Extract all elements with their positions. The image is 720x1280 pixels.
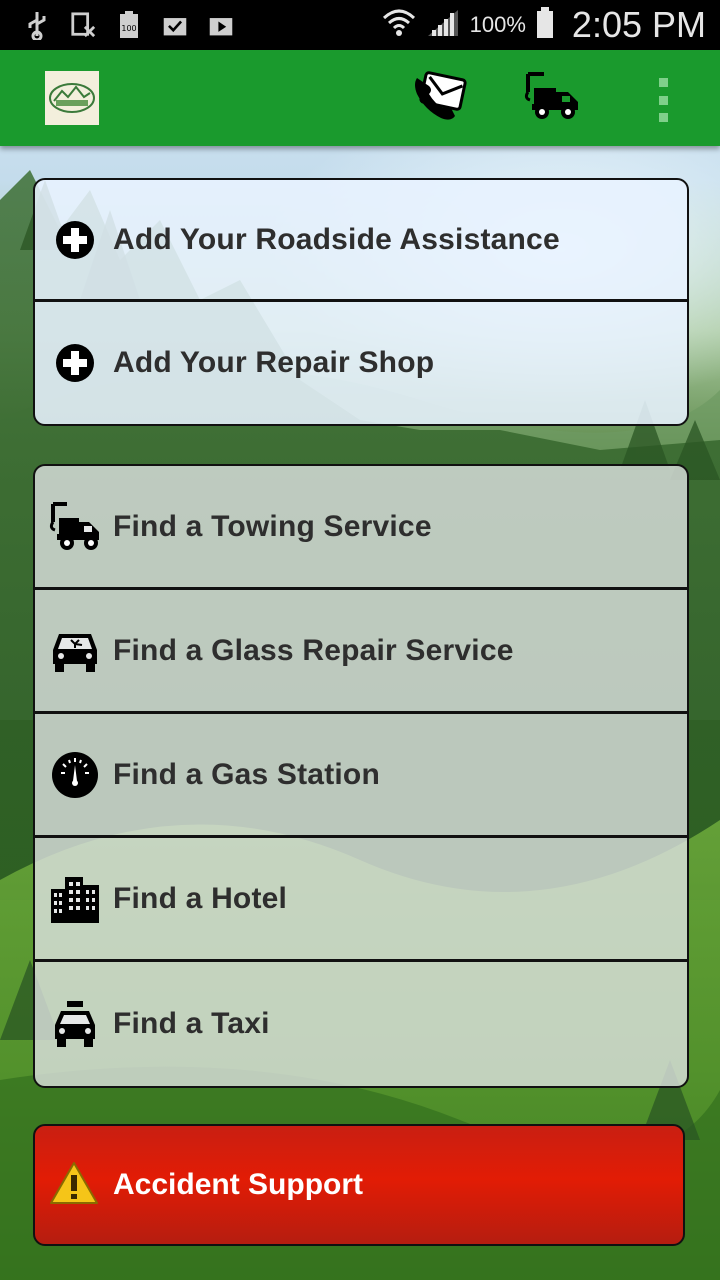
menu-dot	[658, 95, 668, 105]
buildings-icon	[47, 871, 103, 927]
app-bar	[0, 50, 720, 146]
wifi-icon	[382, 8, 416, 43]
usb-icon	[24, 12, 50, 40]
accident-support-label: Accident Support	[113, 1168, 364, 1201]
signal-icon	[426, 8, 460, 43]
find-services-card: Find a Towing Service Find a Glass Repai…	[33, 464, 689, 1088]
taxi-icon	[47, 996, 103, 1052]
phone-call-icon	[411, 70, 469, 127]
add-circle-icon	[47, 335, 103, 391]
find-hotel-button[interactable]: Find a Hotel	[35, 838, 687, 962]
clipboard-check-icon	[162, 12, 188, 38]
app-logo[interactable]	[45, 71, 99, 125]
find-towing-service-label: Find a Towing Service	[113, 509, 432, 543]
fuel-gauge-icon	[47, 747, 103, 803]
find-gas-station-label: Find a Gas Station	[113, 757, 380, 791]
warning-icon	[49, 1160, 99, 1210]
svg-text:100: 100	[121, 24, 136, 33]
add-circle-icon	[47, 212, 103, 268]
broken-glass-car-icon	[47, 623, 103, 679]
accident-support-button[interactable]: Accident Support	[33, 1124, 685, 1246]
tow-truck-icon	[522, 70, 582, 127]
find-glass-repair-button[interactable]: Find a Glass Repair Service	[35, 590, 687, 714]
no-sim-icon	[70, 12, 96, 38]
system-status: 100% 2:05 PM	[382, 4, 720, 46]
find-glass-repair-label: Find a Glass Repair Service	[113, 633, 514, 667]
find-taxi-button[interactable]: Find a Taxi	[35, 962, 687, 1086]
tow-truck-icon	[47, 499, 103, 555]
add-roadside-assistance-label: Add Your Roadside Assistance	[113, 222, 560, 256]
find-taxi-label: Find a Taxi	[113, 1007, 270, 1040]
find-gas-station-button[interactable]: Find a Gas Station	[35, 714, 687, 838]
find-towing-service-button[interactable]: Find a Towing Service	[35, 466, 687, 590]
add-repair-shop-label: Add Your Repair Shop	[113, 346, 435, 379]
tow-truck-button[interactable]	[522, 68, 582, 128]
battery-icon	[536, 6, 554, 44]
overflow-menu-button[interactable]	[650, 78, 676, 122]
status-bar: 100 100% 2:05 PM	[0, 0, 720, 50]
notification-icons: 100	[0, 11, 234, 40]
battery-percent: 100%	[469, 12, 526, 37]
media-play-icon	[208, 12, 234, 38]
overflow-menu-icon	[658, 78, 668, 87]
add-repair-shop-button[interactable]: Add Your Repair Shop	[35, 302, 687, 424]
menu-dot	[658, 113, 668, 122]
add-roadside-assistance-button[interactable]: Add Your Roadside Assistance	[35, 180, 687, 302]
battery-100-icon: 100	[116, 11, 142, 38]
find-hotel-label: Find a Hotel	[113, 881, 288, 915]
clock: 2:05 PM	[571, 4, 706, 45]
add-services-card: Add Your Roadside Assistance Add Your Re…	[33, 178, 689, 426]
phone-call-button[interactable]	[410, 68, 470, 128]
